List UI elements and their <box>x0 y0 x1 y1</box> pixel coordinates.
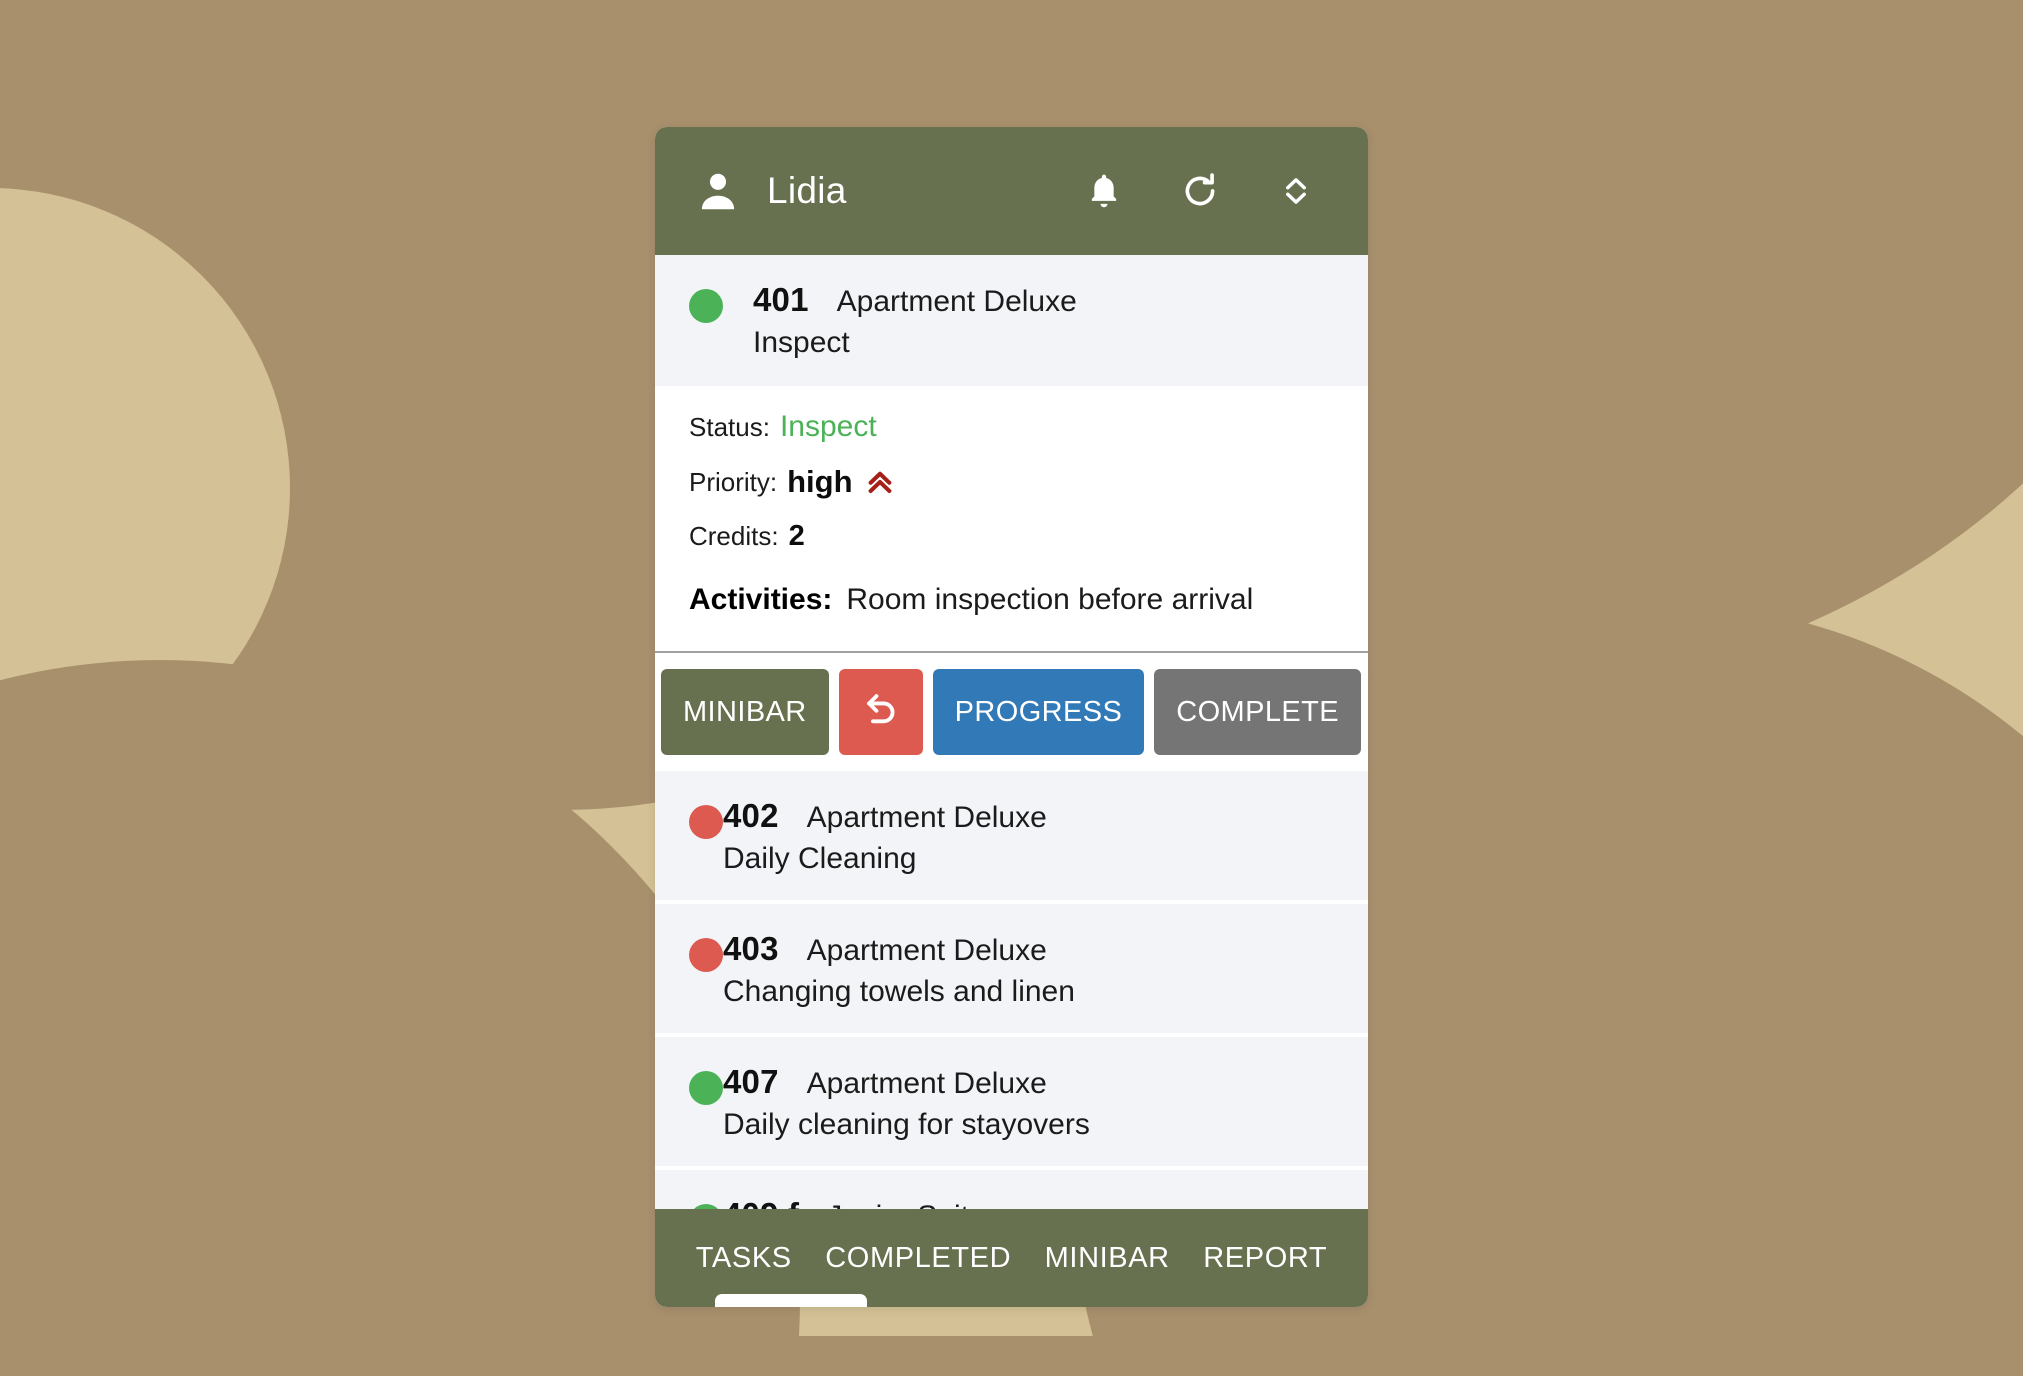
credits-label: Credits: <box>689 521 779 551</box>
room-number: 409 f <box>723 1196 799 1209</box>
task-list-item[interactable]: 402 Apartment Deluxe Daily Cleaning <box>655 771 1368 904</box>
task-name: Daily Cleaning <box>723 842 917 875</box>
nav-item-minibar[interactable]: MINIBAR <box>1045 1242 1170 1275</box>
selected-task-title-row: 401 Apartment Deluxe <box>753 281 1077 319</box>
status-field: Status: Inspect <box>689 410 1334 444</box>
nav-item-tasks[interactable]: TASKS <box>696 1242 792 1275</box>
room-number: 402 <box>723 797 779 834</box>
task-list-item[interactable]: 403 Apartment Deluxe Changing towels and… <box>655 904 1368 1037</box>
room-type: Apartment Deluxe <box>806 1067 1047 1100</box>
person-icon[interactable] <box>695 168 741 214</box>
task-list: 402 Apartment Deluxe Daily Cleaning 403 … <box>655 771 1368 1209</box>
progress-button[interactable]: PROGRESS <box>932 669 1145 755</box>
task-list-item[interactable]: 407 Apartment Deluxe Daily cleaning for … <box>655 1037 1368 1170</box>
home-indicator <box>715 1294 867 1307</box>
priority-label: Priority: <box>689 466 778 497</box>
task-list-item[interactable]: 409 f Junior Suite Inspect <box>655 1170 1368 1209</box>
status-dot <box>689 289 723 323</box>
nav-item-report[interactable]: REPORT <box>1203 1242 1327 1275</box>
priority-value: high <box>787 464 853 499</box>
room-number: 401 <box>753 281 809 318</box>
minibar-button[interactable]: MINIBAR <box>661 669 829 755</box>
room-type: Apartment Deluxe <box>836 285 1077 318</box>
activities-value: Room inspection before arrival <box>846 583 1254 616</box>
status-label: Status: <box>689 411 770 442</box>
task-name: Daily cleaning for stayovers <box>723 1108 1090 1141</box>
task-name: Inspect <box>753 326 850 359</box>
priority-field: Priority: high <box>689 464 1334 500</box>
chevron-up-down-icon[interactable] <box>1270 165 1322 217</box>
activities-label: Activities: <box>689 583 833 616</box>
bottom-navigation: TASKS COMPLETED MINIBAR REPORT <box>655 1209 1368 1307</box>
room-number: 407 <box>723 1063 779 1100</box>
double-chevron-up-icon <box>865 467 895 497</box>
activities-field: Activities: Room inspection before arriv… <box>689 583 1334 617</box>
task-name: Changing towels and linen <box>723 975 1075 1008</box>
task-item-title-row: 407 Apartment Deluxe <box>723 1063 1090 1101</box>
priority-value-group: high <box>787 464 894 500</box>
task-item-text: 402 Apartment Deluxe Daily Cleaning <box>723 797 1047 876</box>
status-value: Inspect <box>779 410 877 443</box>
refresh-icon[interactable] <box>1174 165 1226 217</box>
app-window: Lidia 401 Apartment Deluxe Inspect Statu… <box>655 127 1368 1307</box>
selected-task-text: 401 Apartment Deluxe Inspect <box>753 281 1077 360</box>
task-item-text: 407 Apartment Deluxe Daily cleaning for … <box>723 1063 1090 1142</box>
app-bar: Lidia <box>655 127 1368 255</box>
task-item-text: 403 Apartment Deluxe Changing towels and… <box>723 930 1075 1009</box>
undo-button[interactable] <box>838 669 923 755</box>
action-button-bar: MINIBAR PROGRESS COMPLETE <box>655 653 1368 771</box>
task-item-title-row: 409 f Junior Suite <box>723 1196 986 1209</box>
room-type: Apartment Deluxe <box>806 801 1047 834</box>
username-label: Lidia <box>767 170 847 211</box>
task-item-text: 409 f Junior Suite Inspect <box>723 1196 986 1209</box>
room-type: Apartment Deluxe <box>806 934 1047 967</box>
nav-item-completed[interactable]: COMPLETED <box>825 1242 1011 1275</box>
room-type: Junior Suite <box>827 1200 985 1209</box>
status-dot <box>689 805 723 839</box>
background-band-bottom <box>0 1336 2023 1376</box>
credits-value: 2 <box>788 520 805 552</box>
task-item-title-row: 403 Apartment Deluxe <box>723 930 1075 968</box>
complete-button[interactable]: COMPLETE <box>1154 669 1361 755</box>
room-number: 403 <box>723 930 779 967</box>
task-details: Status: Inspect Priority: high Credits: … <box>655 386 1368 651</box>
status-dot <box>689 1071 723 1105</box>
bell-icon[interactable] <box>1078 165 1130 217</box>
task-item-title-row: 402 Apartment Deluxe <box>723 797 1047 835</box>
status-dot <box>689 938 723 972</box>
undo-arrow-icon <box>860 687 902 737</box>
selected-task-header[interactable]: 401 Apartment Deluxe Inspect <box>655 255 1368 386</box>
credits-field: Credits: 2 <box>689 520 1334 553</box>
